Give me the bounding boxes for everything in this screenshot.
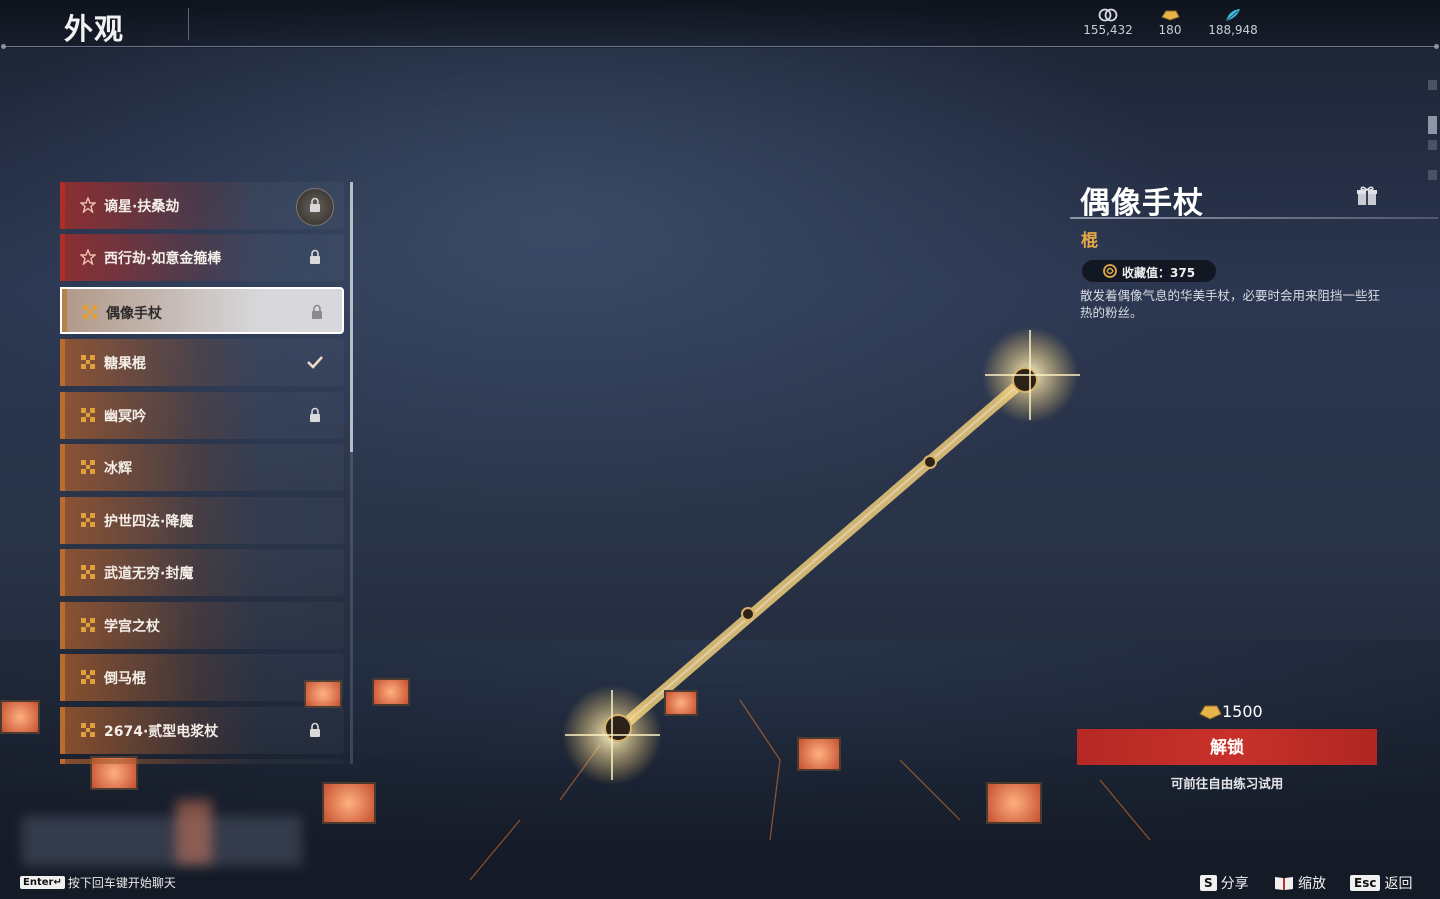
chat-hint[interactable]: Enter↵ 按下回车键开始聊天 <box>20 872 176 890</box>
feather-icon <box>1225 9 1240 22</box>
lock-icon <box>310 407 320 422</box>
list-item[interactable]: 冰辉 <box>60 444 344 491</box>
rarity-gold-icon <box>81 723 95 737</box>
blurred-region <box>22 816 302 866</box>
currency-value: 188,948 <box>1208 23 1258 37</box>
share-action[interactable]: S 分享 <box>1200 872 1249 892</box>
weapon-description: 散发着偶像气息的华美手杖，必要时会用来阻挡一些狂热的粉丝。 <box>1080 288 1381 320</box>
rarity-gold-icon <box>83 305 97 319</box>
title-underline <box>1070 217 1438 219</box>
rarity-gold-icon <box>81 565 95 579</box>
list-item-label: 糖果棍 <box>104 356 146 372</box>
trial-note[interactable]: 可前往自由练习试用 <box>1077 773 1377 792</box>
list-item-label: 学宫之杖 <box>104 619 160 635</box>
zoom-action[interactable]: 缩放 <box>1274 872 1326 892</box>
list-item[interactable] <box>60 759 344 764</box>
gift-icon[interactable] <box>1356 185 1378 207</box>
star-icon <box>80 197 96 213</box>
list-item[interactable]: 幽冥吟 <box>60 392 344 439</box>
skin-list: 谪星·扶桑劫 西行劫·如意金箍棒 偶像手杖 糖果棍 幽冥吟 冰辉 护世四法·降魔 <box>60 182 356 764</box>
unlock-button[interactable]: 解锁 <box>1077 729 1377 765</box>
price-amount: 1500 <box>1222 702 1263 721</box>
lantern <box>372 678 410 706</box>
lantern <box>322 782 376 824</box>
chat-hint-text: 按下回车键开始聊天 <box>67 876 176 890</box>
lantern <box>797 737 841 771</box>
lock-icon <box>312 304 322 319</box>
rarity-gold-icon <box>81 670 95 684</box>
share-key: S <box>1200 874 1217 891</box>
zoom-label: 缩放 <box>1298 875 1326 892</box>
list-item-label: 偶像手杖 <box>106 306 162 322</box>
list-item-label: 幽冥吟 <box>104 409 146 425</box>
lantern <box>986 782 1042 824</box>
book-icon <box>1275 876 1293 890</box>
title-separator <box>188 8 189 40</box>
back-action[interactable]: Esc 返回 <box>1350 872 1412 892</box>
list-item[interactable]: 武道无穷·封魔 <box>60 549 344 596</box>
enter-key: Enter↵ <box>20 876 65 889</box>
currency-coins: 155,432 <box>1073 8 1143 37</box>
collection-icon <box>1103 264 1117 278</box>
blurred-region <box>176 800 212 864</box>
detail-scrollbar[interactable] <box>1428 80 1438 190</box>
list-item[interactable]: 学宫之杖 <box>60 602 344 649</box>
list-item-label: 武道无穷·封魔 <box>104 566 194 582</box>
gold-ingot-icon <box>1161 10 1180 21</box>
list-item[interactable]: 护世四法·降魔 <box>60 497 344 544</box>
gold-ingot-icon <box>1199 705 1222 720</box>
star-icon <box>80 249 96 265</box>
check-icon <box>307 356 323 369</box>
rarity-gold-icon <box>81 513 95 527</box>
lantern <box>664 690 698 716</box>
lock-icon <box>310 722 320 737</box>
list-item[interactable]: 谪星·扶桑劫 <box>60 182 344 229</box>
lantern <box>0 700 40 734</box>
collection-badge: 收藏值：375 <box>1082 260 1216 282</box>
esc-key: Esc <box>1350 874 1381 891</box>
weapon-type: 棍 <box>1081 231 1098 251</box>
page-title: 外观 <box>64 12 125 46</box>
currency-value: 180 <box>1158 23 1182 37</box>
list-item-label: 谪星·扶桑劫 <box>104 199 180 215</box>
list-item[interactable]: 倒马棍 <box>60 654 344 701</box>
rarity-gold-icon <box>81 618 95 632</box>
list-scrollbar-thumb[interactable] <box>350 182 353 452</box>
currency-ingots: 180 <box>1135 8 1205 37</box>
rarity-gold-icon <box>81 355 95 369</box>
list-item[interactable]: 西行劫·如意金箍棒 <box>60 234 344 281</box>
list-item-label: 倒马棍 <box>104 671 146 687</box>
list-item-label: 护世四法·降魔 <box>104 514 194 530</box>
currency-feathers: 188,948 <box>1198 8 1268 37</box>
share-label: 分享 <box>1220 875 1249 892</box>
list-item[interactable]: 糖果棍 <box>60 339 344 386</box>
collection-value: 收藏值：375 <box>1122 266 1196 280</box>
currency-value: 155,432 <box>1083 23 1133 37</box>
top-divider <box>1 44 1439 49</box>
list-item-label: 冰辉 <box>104 461 132 477</box>
rarity-gold-icon <box>81 408 95 422</box>
list-item[interactable]: 2674·贰型电浆杖 <box>60 707 344 754</box>
rarity-gold-icon <box>81 460 95 474</box>
list-item-label: 2674·贰型电浆杖 <box>104 724 219 740</box>
list-item-label: 西行劫·如意金箍棒 <box>104 251 222 267</box>
lock-icon <box>310 197 320 212</box>
weapon-name: 偶像手杖 <box>1080 186 1204 221</box>
lock-icon <box>310 249 320 264</box>
coin-icon <box>1098 8 1118 22</box>
back-label: 返回 <box>1384 875 1413 892</box>
list-item-selected[interactable]: 偶像手杖 <box>60 287 344 334</box>
